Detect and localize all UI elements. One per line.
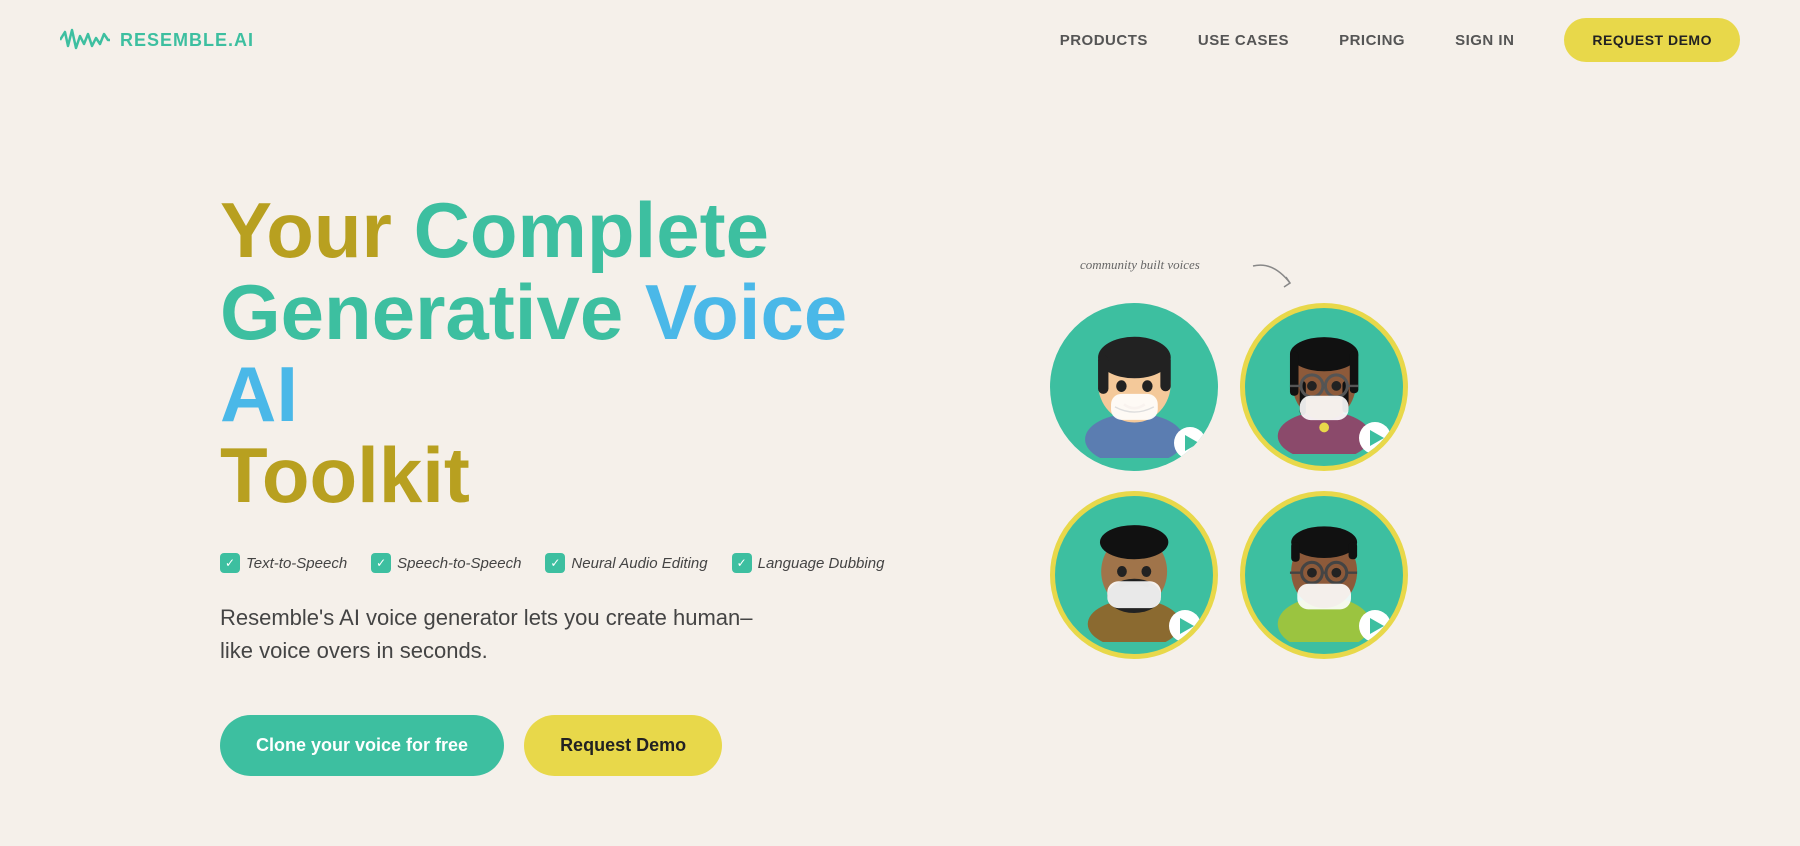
check-icon-tts: ✓ (220, 553, 240, 573)
features-list: ✓ Text-to-Speech ✓ Speech-to-Speech ✓ Ne… (220, 553, 900, 573)
logo[interactable]: RESEMBLE.AI (60, 26, 254, 54)
feature-sts: ✓ Speech-to-Speech (371, 553, 521, 573)
play-button-4[interactable] (1359, 610, 1391, 642)
check-icon-ld: ✓ (732, 553, 752, 573)
hero-title: Your Complete Generative Voice AI Toolki… (220, 190, 900, 518)
clone-voice-button[interactable]: Clone your voice for free (220, 715, 504, 776)
avatar-1 (1050, 303, 1218, 471)
play-button-2[interactable] (1359, 422, 1391, 454)
feature-ld-label: Language Dubbing (758, 555, 885, 572)
nav-request-demo-button[interactable]: REQUEST DEMO (1564, 18, 1740, 62)
hero-title-line2-teal: Generative (220, 268, 645, 356)
check-icon-nae: ✓ (545, 553, 565, 573)
feature-nae-label: Neural Audio Editing (571, 555, 707, 572)
community-arrow-icon (1248, 261, 1298, 291)
hero-description: Resemble's AI voice generator lets you c… (220, 601, 780, 667)
nav-pricing[interactable]: PRICING (1339, 32, 1405, 49)
feature-sts-label: Speech-to-Speech (397, 555, 521, 572)
check-icon-sts: ✓ (371, 553, 391, 573)
feature-nae: ✓ Neural Audio Editing (545, 553, 707, 573)
hero-title-line1: Your Complete (220, 186, 769, 274)
hero-avatars: community built voices (900, 120, 1580, 846)
avatar-4 (1240, 491, 1408, 659)
nav-sign-in[interactable]: SIGN IN (1455, 32, 1514, 49)
hero-section: Your Complete Generative Voice AI Toolki… (0, 80, 1800, 846)
community-label: community built voices (1080, 257, 1200, 273)
feature-ld: ✓ Language Dubbing (732, 553, 885, 573)
nav-links: PRODUCTS USE CASES PRICING SIGN IN REQUE… (1060, 18, 1740, 62)
play-triangle-icon-3 (1180, 618, 1194, 634)
nav-products[interactable]: PRODUCTS (1060, 32, 1148, 49)
navbar: RESEMBLE.AI PRODUCTS USE CASES PRICING S… (0, 0, 1800, 80)
play-button-3[interactable] (1169, 610, 1201, 642)
avatar-3 (1050, 491, 1218, 659)
play-triangle-icon-4 (1370, 618, 1384, 634)
cta-buttons: Clone your voice for free Request Demo (220, 715, 900, 776)
hero-title-line3: Toolkit (220, 431, 470, 519)
nav-use-cases[interactable]: USE CASES (1198, 32, 1289, 49)
hero-content: Your Complete Generative Voice AI Toolki… (220, 190, 900, 777)
request-demo-button[interactable]: Request Demo (524, 715, 722, 776)
logo-wave-icon (60, 26, 110, 54)
feature-tts-label: Text-to-Speech (246, 555, 347, 572)
avatars-grid: community built voices (1030, 243, 1450, 723)
feature-tts: ✓ Text-to-Speech (220, 553, 347, 573)
logo-text: RESEMBLE.AI (120, 30, 254, 51)
play-triangle-icon-1 (1185, 435, 1199, 451)
avatar-2 (1240, 303, 1408, 471)
play-button-1[interactable] (1174, 427, 1206, 459)
play-triangle-icon-2 (1370, 430, 1384, 446)
